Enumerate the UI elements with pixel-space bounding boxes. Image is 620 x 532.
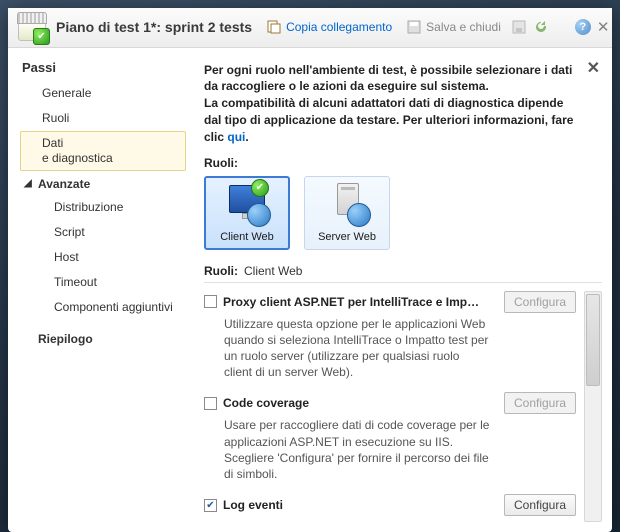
role-section-label: Ruoli:	[204, 264, 238, 278]
help-button[interactable]: ?	[575, 19, 591, 35]
adapter-header-row: ✔ Log eventi Configura	[204, 494, 576, 516]
sidebar-heading: Passi	[20, 60, 186, 75]
intro-period: .	[245, 130, 248, 144]
adapter-item: Code coverage Configura Usare per raccogli…	[204, 392, 576, 482]
window-close-button[interactable]: ✕	[597, 19, 610, 35]
sidebar-item-ruoli[interactable]: Ruoli	[20, 106, 186, 131]
pane-close-button[interactable]: ✕	[587, 58, 600, 78]
sidebar-riepilogo-label: Riepilogo	[38, 332, 93, 346]
configure-button[interactable]: Configura	[504, 494, 576, 516]
scrollbar-thumb[interactable]	[586, 294, 600, 386]
sidebar-item-timeout[interactable]: Timeout	[20, 270, 186, 295]
sidebar-item-distribuzione[interactable]: Distribuzione	[20, 195, 186, 220]
vertical-scrollbar[interactable]	[584, 291, 602, 522]
intro-text: Per ogni ruolo nell'ambiente di test, è …	[204, 62, 574, 146]
save-close-label: Salva e chiudi	[426, 20, 501, 34]
copy-link-label: Copia collegamento	[286, 20, 392, 34]
sidebar-item-generale[interactable]: Generale	[20, 81, 186, 106]
sidebar-item-componenti[interactable]: Componenti aggiuntivi	[20, 295, 186, 320]
window-body: Passi Generale Ruoli Dati e diagnostica …	[8, 48, 612, 532]
role-tile-server[interactable]: Server Web	[304, 176, 390, 250]
roles-row: ✔ Client Web Server Web	[204, 176, 602, 250]
intro-line2: La compatibilità di alcuni adattatori da…	[204, 96, 573, 144]
adapter-item: ✔ Log eventi Configura Utilizzare questa op…	[204, 494, 576, 522]
sidebar-category-avanzate[interactable]: ◢ Avanzate	[20, 171, 186, 195]
window-header: Piano di test 1*: sprint 2 tests Copia c…	[8, 8, 612, 48]
adapter-checkbox[interactable]	[204, 397, 217, 410]
sidebar-subgroup-avanzate: Distribuzione Script Host Timeout Compon…	[20, 195, 186, 320]
adapters-scroll: Proxy client ASP.NET per IntelliTrace e …	[204, 291, 602, 522]
sidebar-item-dati[interactable]: Dati e diagnostica	[20, 131, 186, 171]
role-section-header: Ruoli: Client Web	[204, 264, 602, 283]
close-icon: ✕	[597, 18, 610, 36]
refresh-icon-button[interactable]	[533, 19, 549, 35]
copy-link-button[interactable]: Copia collegamento	[262, 17, 396, 37]
role-tile-client[interactable]: ✔ Client Web	[204, 176, 290, 250]
roles-label: Ruoli:	[204, 156, 602, 170]
role-label-client: Client Web	[209, 231, 285, 243]
window-title: Piano di test 1*: sprint 2 tests	[56, 19, 252, 35]
configure-button: Configura	[504, 291, 576, 313]
adapter-left: Code coverage	[204, 396, 496, 410]
adapter-list: Proxy client ASP.NET per IntelliTrace e …	[204, 291, 580, 522]
steps-sidebar: Passi Generale Ruoli Dati e diagnostica …	[8, 48, 194, 532]
copy-link-icon	[266, 19, 282, 35]
server-web-icon	[323, 183, 371, 227]
dialog-window: Piano di test 1*: sprint 2 tests Copia c…	[8, 8, 612, 532]
adapter-description: Utilizzare questa opzione per le applica…	[224, 316, 576, 381]
adapter-checkbox[interactable]	[204, 295, 217, 308]
adapter-header-row: Code coverage Configura	[204, 392, 576, 414]
sidebar-item-riepilogo[interactable]: Riepilogo	[20, 326, 186, 350]
adapter-checkbox[interactable]: ✔	[204, 499, 217, 512]
adapter-title: Code coverage	[223, 396, 496, 410]
role-section-value: Client Web	[244, 264, 302, 278]
adapter-header-row: Proxy client ASP.NET per IntelliTrace e …	[204, 291, 576, 313]
adapter-description: Usare per raccogliere dati di code cover…	[224, 417, 576, 482]
expand-arrow-icon: ◢	[24, 178, 32, 189]
more-info-link[interactable]: qui	[227, 130, 245, 144]
adapter-item: Proxy client ASP.NET per IntelliTrace e …	[204, 291, 576, 381]
save-close-icon	[406, 19, 422, 35]
test-plan-icon	[18, 13, 46, 41]
client-web-icon: ✔	[223, 183, 271, 227]
sidebar-category-label: Avanzate	[38, 177, 90, 191]
intro-line1: Per ogni ruolo nell'ambiente di test, è …	[204, 63, 572, 94]
adapter-description: Utilizzare questa opzione per acquisire …	[224, 519, 576, 522]
adapter-title: Log eventi	[223, 498, 496, 512]
content-pane: ✕ Per ogni ruolo nell'ambiente di test, …	[194, 48, 612, 532]
role-label-server: Server Web	[309, 231, 385, 243]
sidebar-item-script[interactable]: Script	[20, 220, 186, 245]
save-icon-button[interactable]	[511, 19, 527, 35]
adapter-title: Proxy client ASP.NET per IntelliTrace e …	[223, 295, 496, 309]
help-icon: ?	[575, 19, 591, 35]
adapter-left: ✔ Log eventi	[204, 498, 496, 512]
adapter-left: Proxy client ASP.NET per IntelliTrace e …	[204, 295, 496, 309]
save-close-button[interactable]: Salva e chiudi	[402, 17, 505, 37]
sidebar-item-host[interactable]: Host	[20, 245, 186, 270]
configure-button: Configura	[504, 392, 576, 414]
